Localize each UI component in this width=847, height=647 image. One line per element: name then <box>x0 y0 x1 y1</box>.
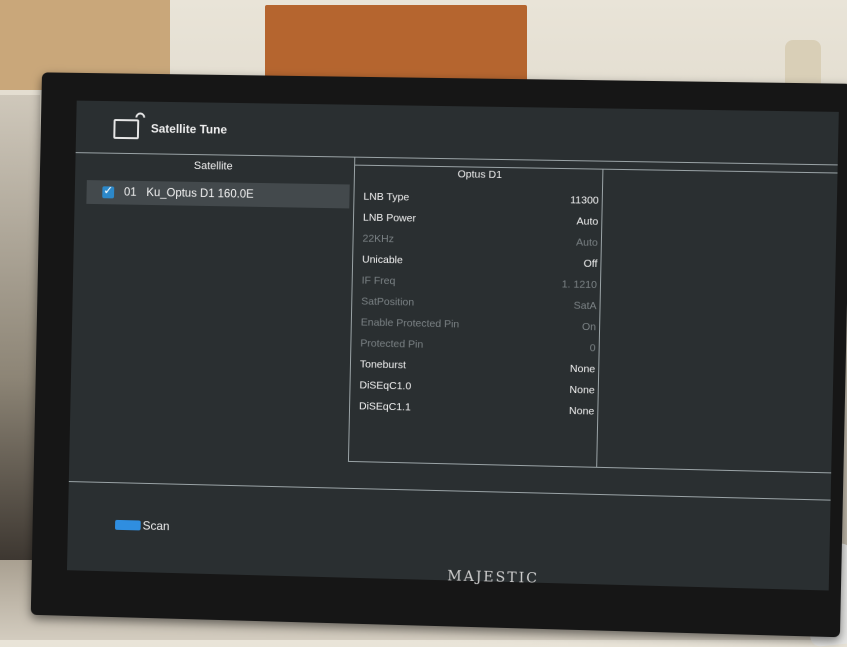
tv-monitor: Satellite Tune Satellite 01 Ku_Optus D1 … <box>30 72 847 638</box>
param-label: Protected Pin <box>360 337 424 351</box>
param-label: IF Freq <box>361 274 396 288</box>
param-value: Off <box>583 257 598 271</box>
scan-button[interactable]: Scan <box>114 518 170 534</box>
param-enable-protected-pin: Enable Protected Pin On <box>361 313 597 336</box>
tv-screen: Satellite Tune Satellite 01 Ku_Optus D1 … <box>66 100 839 591</box>
param-label: Enable Protected Pin <box>360 316 460 331</box>
param-sat-position: SatPosition SatA <box>361 293 597 316</box>
param-value: Auto <box>576 215 599 228</box>
divider <box>68 481 831 501</box>
param-protected-pin: Protected Pin 0 <box>360 334 596 357</box>
param-value: 1. 1210 <box>561 278 598 292</box>
param-label: 22KHz <box>362 232 395 246</box>
page-title: Satellite Tune <box>150 121 228 137</box>
satellite-list-item[interactable]: 01 Ku_Optus D1 160.0E <box>86 180 350 209</box>
satellite-number: 01 <box>123 186 137 199</box>
param-label: DiSEqC1.0 <box>359 379 412 393</box>
param-label: Unicable <box>361 253 403 267</box>
param-label: SatPosition <box>361 295 415 309</box>
satellite-detail-title: Optus D1 <box>457 168 503 182</box>
param-unicable[interactable]: Unicable Off <box>362 251 598 273</box>
param-value: 0 <box>589 342 596 355</box>
param-value: None <box>569 362 596 376</box>
brand-logo: MAJESTIC <box>447 568 540 587</box>
satellite-name: Ku_Optus D1 160.0E <box>146 187 254 201</box>
param-if-freq: IF Freq 1. 1210 <box>361 272 598 295</box>
param-value: On <box>581 320 597 334</box>
param-22khz: 22KHz Auto <box>362 230 598 252</box>
checkbox-checked-icon[interactable] <box>102 186 115 199</box>
param-label: Toneburst <box>359 358 407 372</box>
param-label: LNB Type <box>363 190 410 204</box>
param-label: LNB Power <box>362 211 417 225</box>
param-value: None <box>569 383 595 397</box>
param-label: DiSEqC1.1 <box>358 400 411 414</box>
param-diseqc-1-1[interactable]: DiSEqC1.1 None <box>359 397 595 420</box>
divider <box>347 460 832 474</box>
param-lnb-type[interactable]: LNB Type 11300 <box>363 188 599 210</box>
blue-key-icon <box>114 519 141 531</box>
scan-label: Scan <box>142 518 170 534</box>
param-value: SatA <box>573 299 597 313</box>
param-value: None <box>568 404 595 418</box>
satellite-column-header: Satellite <box>193 160 233 173</box>
param-value: 11300 <box>570 194 599 207</box>
satellite-tv-icon <box>113 119 140 140</box>
param-toneburst[interactable]: Toneburst None <box>360 355 596 378</box>
param-diseqc-1-0[interactable]: DiSEqC1.0 None <box>359 376 595 399</box>
param-lnb-power[interactable]: LNB Power Auto <box>363 209 599 231</box>
param-value: Auto <box>575 236 598 249</box>
